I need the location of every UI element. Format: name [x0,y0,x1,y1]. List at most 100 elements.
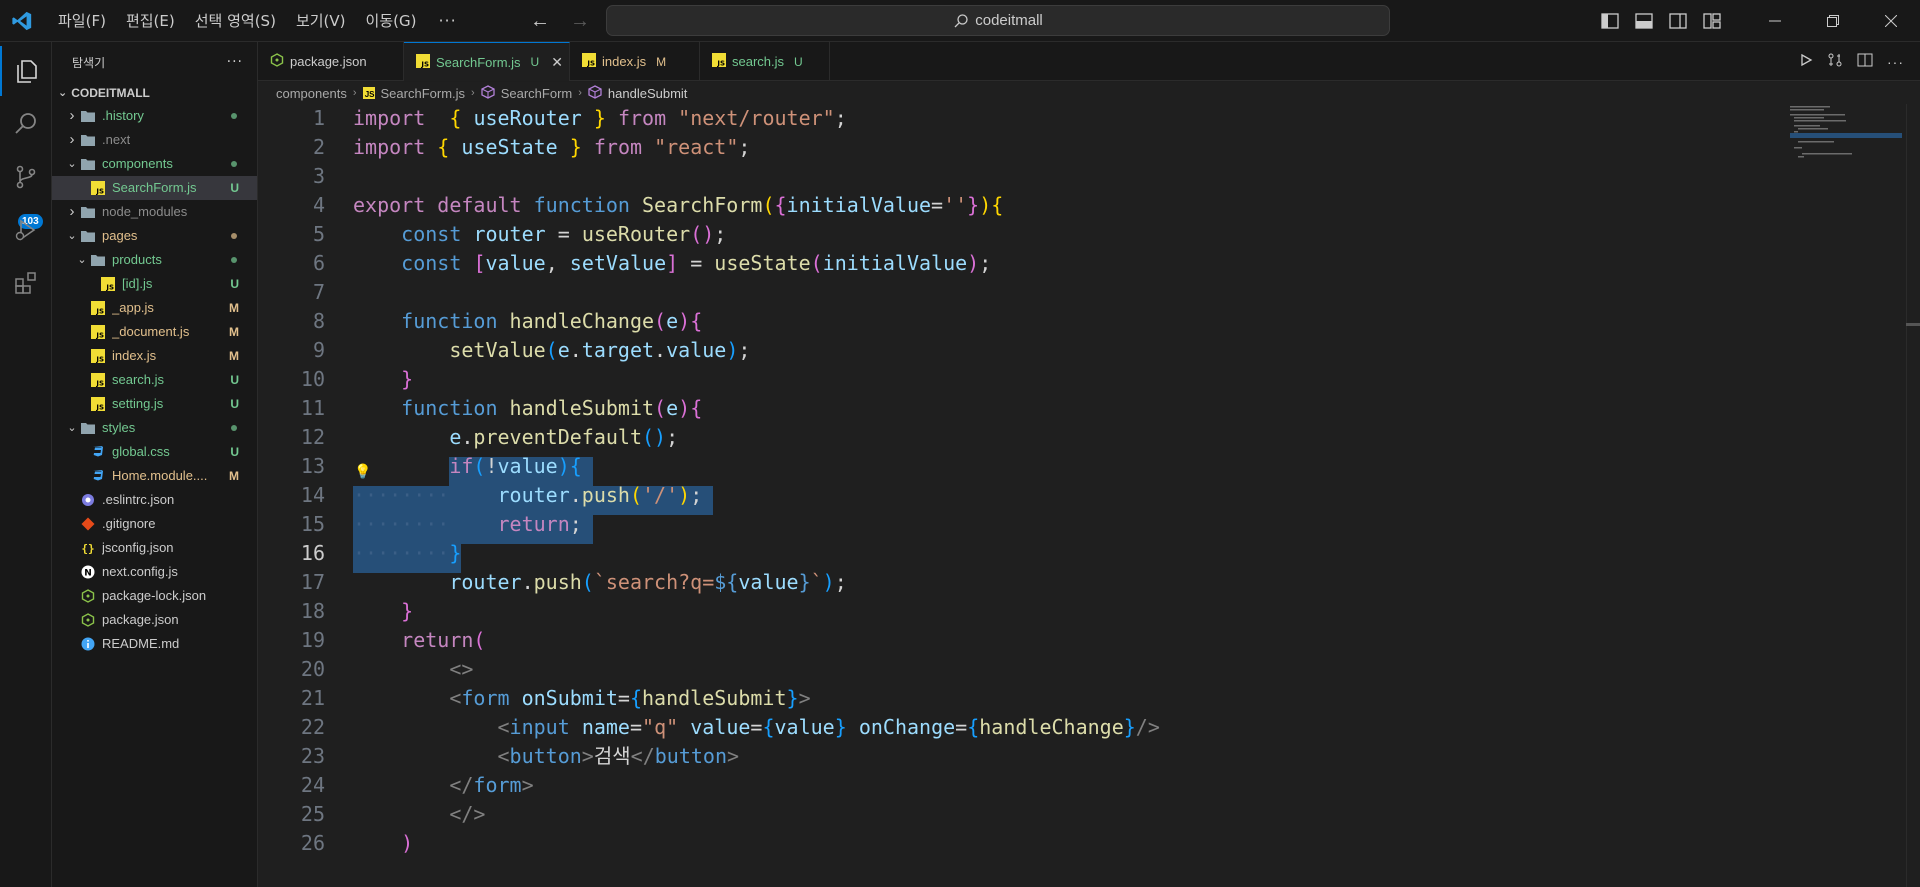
code-line: 6 const [value, setValue] = useState(ini… [258,249,1898,278]
extensions-icon[interactable] [0,258,52,308]
menu-item[interactable]: 이동(G) [356,0,427,42]
open-changes-icon[interactable] [1827,52,1843,71]
explorer-icon[interactable] [0,46,52,96]
source-control-icon[interactable] [0,152,52,202]
editor-actions: ··· [1799,42,1904,81]
tree-file[interactable]: Home.module.... M [52,464,257,488]
back-arrow-icon[interactable]: ← [530,10,550,33]
menu-more-icon[interactable]: ··· [426,0,468,42]
run-debug-icon[interactable] [0,205,52,255]
svg-text:JS: JS [95,356,104,364]
tab-label: search.js [732,54,785,69]
activity-bar: 103 [0,42,52,887]
tree-file[interactable]: .gitignore [52,512,257,536]
code-line: 19 return( [258,626,1898,655]
breadcrumb-file[interactable]: SearchForm.js [381,86,466,101]
tree-item-label: _document.js [112,324,190,339]
tree-folder[interactable]: ⌄ pages [52,224,257,248]
editor-tab[interactable]: package.json [258,42,404,81]
toggle-primary-sidebar-icon[interactable] [1600,12,1620,30]
close-icon[interactable] [1862,0,1920,42]
tree-folder[interactable]: ⌄ products [52,248,257,272]
tree-file[interactable]: package.json [52,608,257,632]
editor-tab[interactable]: JS index.js M [570,42,700,81]
tab-status-badge: M [656,54,667,69]
tree-folder[interactable]: › .history [52,104,257,128]
editor-tab[interactable]: JS search.js U [700,42,830,81]
tree-file[interactable]: JS search.js U [52,368,257,392]
breadcrumb-symbol-function[interactable]: handleSubmit [608,86,688,101]
minimap[interactable] [1790,104,1902,164]
chevron-down-icon: ⌄ [67,422,77,434]
info-file-icon [80,636,96,652]
symbol-function-icon [588,84,602,102]
tree-file[interactable]: {} jsconfig.json [52,536,257,560]
git-status-dot [231,425,237,431]
more-actions-icon[interactable]: ··· [1887,54,1904,70]
menu-item[interactable]: 파일(F) [48,0,116,42]
restore-icon[interactable] [1804,0,1862,42]
split-editor-icon[interactable] [1857,52,1873,71]
code-line: 3 [258,162,1898,191]
tree-file[interactable]: JS setting.js U [52,392,257,416]
forward-arrow-icon[interactable]: → [570,10,590,33]
git-status-badge: U [230,397,239,411]
code-line: 20 <> [258,655,1898,684]
vertical-scrollbar[interactable] [1906,104,1920,887]
tree-file[interactable]: JS SearchForm.js U [52,176,257,200]
svg-text:JS: JS [716,60,725,68]
code-editor[interactable]: 💡 1 import { useRouter } from "next/route… [258,104,1920,887]
run-file-icon[interactable] [1799,53,1813,70]
tree-folder[interactable]: › node_modules [52,200,257,224]
menu-item[interactable]: 선택 영역(S) [185,0,286,42]
chevron-down-icon: ⌄ [58,87,68,99]
breadcrumb-symbol-component[interactable]: SearchForm [501,86,573,101]
tree-file[interactable]: JS _document.js M [52,320,257,344]
code-line: 9 setValue(e.target.value); [258,336,1898,365]
customize-layout-icon[interactable] [1702,12,1722,30]
breadcrumb-folder[interactable]: components [276,86,347,101]
tree-folder[interactable]: ⌄ components [52,152,257,176]
tab-status-badge: U [530,55,540,69]
window-controls [1746,0,1920,42]
tree-item-label: global.css [112,444,170,459]
code-line: 24 </form> [258,771,1898,800]
git-status-badge: U [230,181,239,195]
code-line: 23 <button>검색</button> [258,742,1898,771]
tree-file[interactable]: JS [id].js U [52,272,257,296]
close-icon[interactable]: ✕ [551,54,563,71]
code-content: } [401,367,414,391]
code-content: export default function SearchForm({init… [353,193,1004,217]
tree-file[interactable]: README.md [52,632,257,656]
tree-file[interactable]: JS _app.js M [52,296,257,320]
tree-file[interactable]: JS index.js M [52,344,257,368]
workspace-root-folder[interactable]: ⌄ CODEITMALL [52,82,257,104]
git-status-badge: U [230,277,239,291]
command-center-search[interactable]: codeitmall [606,5,1390,36]
tree-file[interactable]: Nnext.config.js [52,560,257,584]
code-content: if(!value){ [449,454,582,478]
code-line: 11 function handleSubmit(e){ [258,394,1898,423]
code-line: 16 ········} [258,539,1898,568]
editor-tab[interactable]: JS SearchForm.js U ✕ [404,42,570,81]
tree-folder[interactable]: › .next [52,128,257,152]
line-number: 2 [312,135,325,159]
line-number: 20 [300,657,325,681]
tree-file[interactable]: .eslintrc.json [52,488,257,512]
tree-folder[interactable]: ⌄ styles [52,416,257,440]
tree-item-label: README.md [102,636,180,651]
tree-file[interactable]: package-lock.json [52,584,257,608]
line-number: 17 [300,570,325,594]
explorer-more-actions-icon[interactable]: ··· [227,54,243,70]
toggle-panel-icon[interactable] [1634,12,1654,30]
git-status-badge: M [229,301,239,315]
code-content: </> [449,802,486,826]
code-content: } [401,599,414,623]
toggle-secondary-sidebar-icon[interactable] [1668,12,1688,30]
search-icon[interactable] [0,99,52,149]
minimize-icon[interactable] [1746,0,1804,42]
tree-file[interactable]: global.css U [52,440,257,464]
code-content: function handleChange(e){ [401,309,703,333]
menu-item[interactable]: 보기(V) [286,0,356,42]
menu-item[interactable]: 편집(E) [116,0,185,42]
